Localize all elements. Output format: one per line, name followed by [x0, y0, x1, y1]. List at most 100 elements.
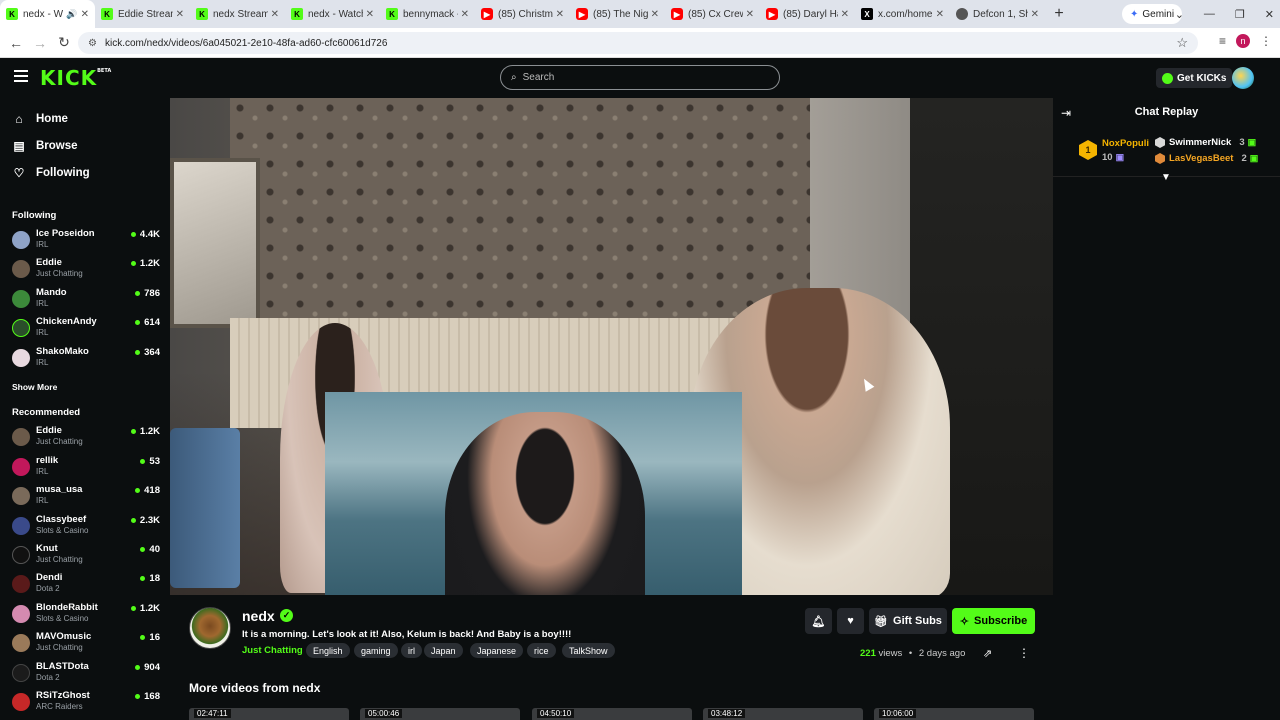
forward-arrow-icon[interactable]: → — [28, 35, 52, 51]
avatar — [12, 487, 30, 505]
recommended-channel[interactable]: MAVOmusic Just Chatting 16 — [12, 631, 160, 657]
tag-japan[interactable]: Japan — [424, 643, 463, 658]
leaderboard-third[interactable]: LasVegasBeet 2 ▣ — [1155, 153, 1258, 164]
recommended-channel[interactable]: Dendi Dota 2 18 — [12, 572, 160, 598]
video-thumbnail[interactable]: 10:06:00 — [874, 708, 1034, 720]
search-input[interactable]: ⌕ Search — [500, 65, 780, 90]
close-tab-icon[interactable]: ✕ — [461, 9, 469, 20]
gift-subs-button[interactable]: 🎁︎ Gift Subs — [869, 608, 947, 634]
recommended-channel[interactable]: Classybeef Slots & Casino 2.3K — [12, 514, 160, 540]
close-tab-icon[interactable]: ✕ — [556, 9, 564, 20]
tab-youtube-cx-crew[interactable]: ▶ (85) Cx Crew ✕ — [665, 0, 760, 28]
new-tab-button[interactable]: + — [1045, 5, 1073, 23]
video-thumbnail[interactable]: 04:50:10 — [532, 708, 692, 720]
close-tab-icon[interactable]: ✕ — [746, 9, 754, 20]
tab-nedx-watch-active[interactable]: K nedx - W 🔊 ✕ — [0, 0, 95, 28]
tab-bennymack[interactable]: K bennymack - ✕ — [380, 0, 475, 28]
site-info-icon[interactable]: ⚙ — [88, 38, 97, 49]
get-kicks-button[interactable]: Get KICKs — [1156, 68, 1233, 88]
close-window-icon[interactable]: ✕ — [1265, 8, 1274, 21]
tab-youtube-christmas[interactable]: ▶ (85) Christme ✕ — [475, 0, 570, 28]
video-thumbnail[interactable]: 02:47:11 — [189, 708, 349, 720]
follow-heart-button[interactable]: ♥ — [837, 608, 864, 634]
tab-label: (85) The Nigh — [593, 8, 648, 20]
recommended-channel[interactable]: rellik IRL 53 — [12, 455, 160, 481]
share-icon[interactable]: ⇗ — [983, 647, 992, 660]
tag-rice[interactable]: rice — [527, 643, 556, 658]
sidebar-item-browse[interactable]: ▤ Browse — [12, 136, 77, 156]
video-thumbnail[interactable]: 05:00:46 — [360, 708, 520, 720]
bookmark-star-icon[interactable]: ☆ — [1176, 35, 1188, 51]
close-tab-icon[interactable]: ✕ — [1031, 9, 1039, 20]
tab-youtube-daryl[interactable]: ▶ (85) Daryl Ha ✕ — [760, 0, 855, 28]
tag-talkshow[interactable]: TalkShow — [562, 643, 615, 658]
tab-x-home[interactable]: X x.com/home ✕ — [855, 0, 950, 28]
webcam-overlay — [325, 392, 742, 595]
avatar — [12, 605, 30, 623]
sidebar-item-home[interactable]: ⌂ Home — [12, 109, 68, 129]
notification-bell-button[interactable]: 🔔︎ — [805, 608, 832, 634]
back-arrow-icon[interactable]: ← — [4, 35, 28, 51]
sidebar-item-following[interactable]: ♡ Following — [12, 163, 90, 183]
close-tab-icon[interactable]: ✕ — [651, 9, 659, 20]
close-tab-icon[interactable]: ✕ — [176, 9, 184, 20]
maximize-icon[interactable]: ❐ — [1235, 8, 1245, 21]
tab-youtube-night[interactable]: ▶ (85) The Nigh ✕ — [570, 0, 665, 28]
following-channel[interactable]: ShakoMako IRL 364 — [12, 346, 160, 372]
bell-icon: 🔔︎ — [811, 615, 826, 628]
recommended-channel[interactable]: BLASTDota Dota 2 904 — [12, 661, 160, 687]
expand-leaderboard-icon[interactable]: ▼ — [1161, 172, 1171, 183]
video-player[interactable] — [170, 98, 1053, 595]
leaderboard-second[interactable]: SwimmerNick 3 ▣ — [1155, 137, 1256, 148]
show-more-link[interactable]: Show More — [12, 382, 57, 392]
close-tab-icon[interactable]: ✕ — [81, 9, 89, 20]
media-controls-icon[interactable]: ≡ — [1219, 34, 1226, 48]
browser-menu-icon[interactable]: ⋮ — [1260, 34, 1272, 48]
reload-icon[interactable]: ↻ — [52, 34, 76, 51]
more-options-icon[interactable]: ⋮ — [1018, 646, 1030, 660]
url-field[interactable]: ⚙ kick.com/nedx/videos/6a045021-2e10-48f… — [78, 32, 1198, 54]
close-tab-icon[interactable]: ✕ — [841, 9, 849, 20]
profile-avatar[interactable]: n — [1236, 34, 1250, 48]
recommended-channel[interactable]: Knut Just Chatting 40 — [12, 543, 160, 569]
viewer-count: 2.3K — [130, 515, 160, 526]
avatar — [12, 517, 30, 535]
speaker-icon[interactable]: 🔊 — [66, 9, 77, 20]
browse-icon: ▤ — [13, 139, 25, 153]
minimize-icon[interactable]: — — [1204, 8, 1215, 20]
channel-name[interactable]: nedx — [242, 608, 275, 624]
tab-defcon[interactable]: Defcon 1, Sh ✕ — [950, 0, 1045, 28]
following-channel[interactable]: Mando IRL 786 — [12, 287, 160, 313]
viewer-count: 16 — [140, 632, 160, 643]
tab-eddie-stream[interactable]: K Eddie Stream ✕ — [95, 0, 190, 28]
following-channel[interactable]: ChickenAndy IRL 614 — [12, 316, 160, 342]
user-avatar[interactable] — [1232, 67, 1254, 89]
video-category-link[interactable]: Just Chatting — [242, 645, 303, 656]
tag-japanese[interactable]: Japanese — [470, 643, 524, 658]
tab-search-icon[interactable]: ⌄ — [1175, 8, 1184, 21]
tag-english[interactable]: English — [306, 643, 350, 658]
close-tab-icon[interactable]: ✕ — [366, 9, 374, 20]
subscribe-button[interactable]: ✧ Subscribe — [952, 608, 1035, 634]
hamburger-menu-icon[interactable] — [14, 70, 28, 82]
close-tab-icon[interactable]: ✕ — [271, 9, 279, 20]
gemini-button[interactable]: ✦ Gemini — [1122, 4, 1183, 24]
following-channel[interactable]: Ice Poseidon IRL 4.4K — [12, 228, 160, 254]
video-thumbnail[interactable]: 03:48:12 — [703, 708, 863, 720]
tag-irl[interactable]: irl — [401, 643, 422, 658]
recommended-channel[interactable]: BlondeRabbit Slots & Casino 1.2K — [12, 602, 160, 628]
channel-avatar[interactable] — [189, 607, 231, 649]
recommended-channel[interactable]: musa_usa IRL 418 — [12, 484, 160, 510]
recommended-channel[interactable]: RSiTzGhost ARC Raiders 168 — [12, 690, 160, 716]
gift-icon: ▣ — [1115, 152, 1125, 162]
following-channel[interactable]: Eddie Just Chatting 1.2K — [12, 257, 160, 283]
tab-nedx-watch[interactable]: K nedx - Watch ✕ — [285, 0, 380, 28]
tab-nedx-stream[interactable]: K nedx Stream ✕ — [190, 0, 285, 28]
leaderboard-first-name[interactable]: NoxPopuli — [1102, 138, 1149, 149]
close-tab-icon[interactable]: ✕ — [936, 9, 944, 20]
tag-gaming[interactable]: gaming — [354, 643, 398, 658]
kick-favicon-icon: K — [196, 8, 208, 20]
kick-logo[interactable]: KICKBETA — [40, 66, 111, 90]
recommended-channel[interactable]: Eddie Just Chatting 1.2K — [12, 425, 160, 451]
more-videos-title: More videos from nedx — [189, 681, 321, 695]
